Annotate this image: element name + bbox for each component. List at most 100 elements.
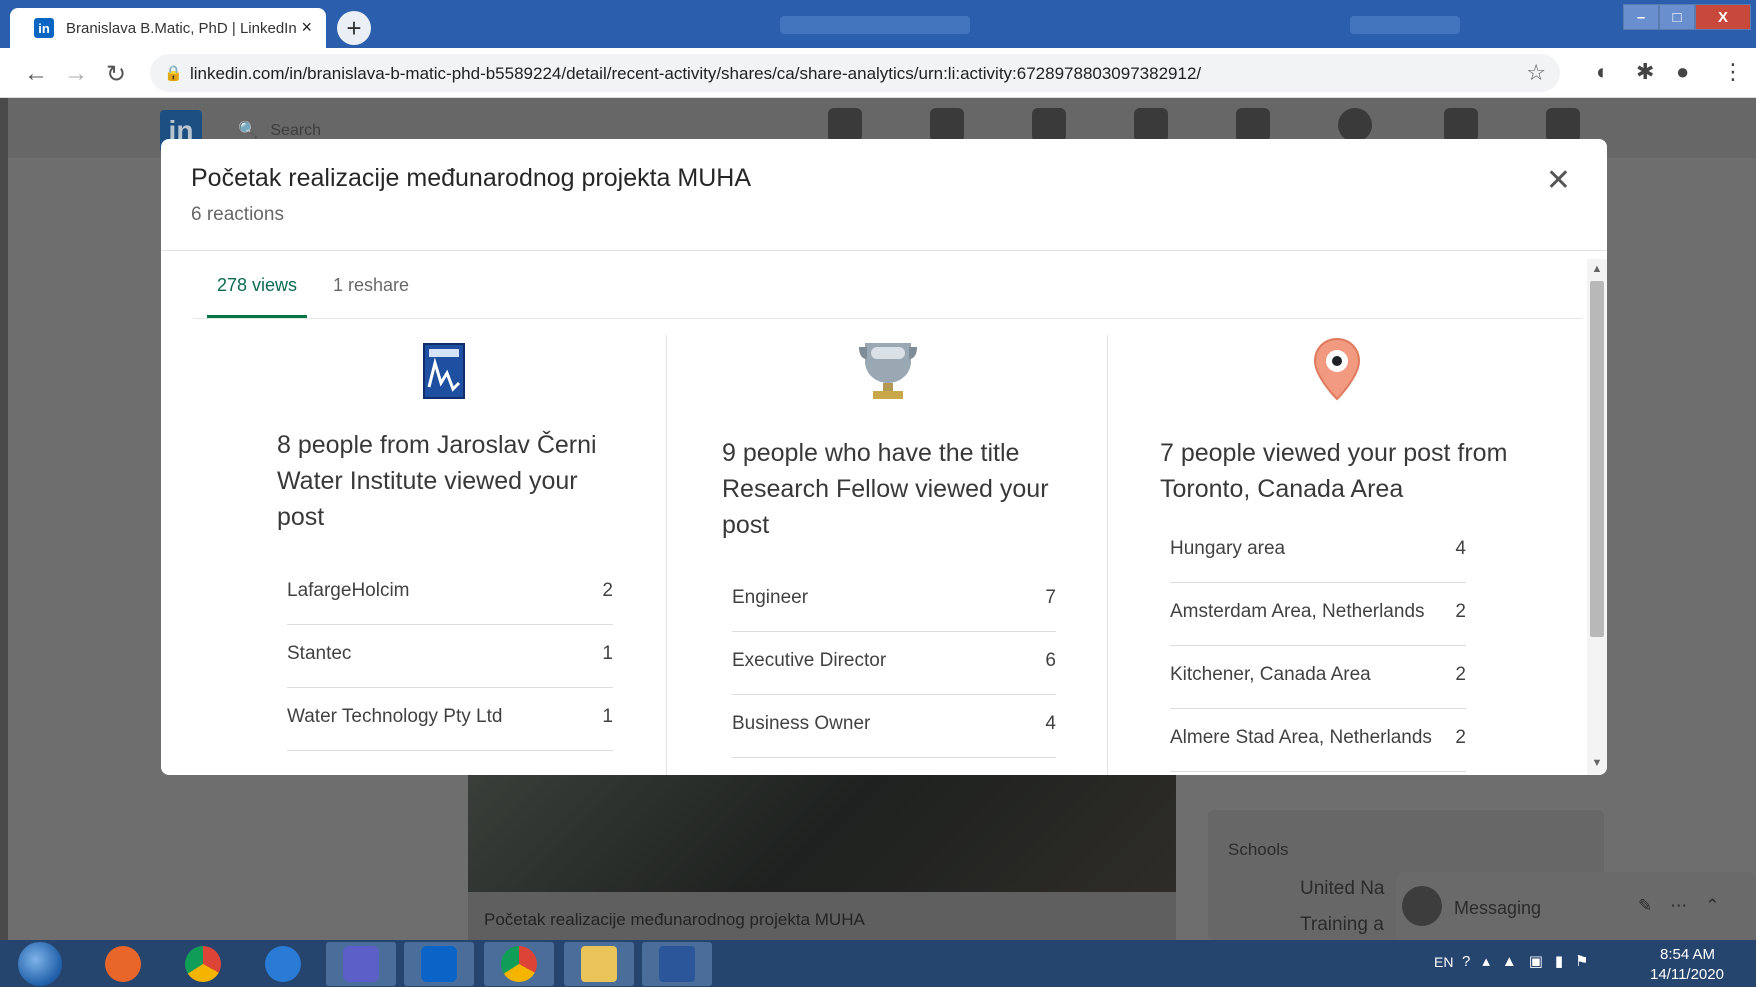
teams-taskbar-button[interactable] [326, 942, 396, 986]
list-item: Water Technology Pty Ltd 1 [287, 688, 613, 751]
post-image[interactable] [468, 772, 1176, 892]
modal-scrollbar[interactable]: ▲ ▼ [1587, 259, 1607, 775]
chrome-active-taskbar-button[interactable] [484, 942, 554, 986]
firefox-taskbar-button[interactable] [88, 942, 158, 986]
row-label: Almere Stad Area, Netherlands [1170, 727, 1432, 748]
messaging-label[interactable]: Messaging [1454, 898, 1541, 919]
location-column: 7 people viewed your post from Toronto, … [1108, 335, 1581, 775]
blurred-title-area [780, 16, 970, 34]
list-item: Stantec 1 [287, 625, 613, 688]
teams-icon [343, 946, 379, 982]
language-indicator[interactable]: EN [1434, 954, 1453, 970]
clock-time[interactable]: 8:54 AM [1660, 946, 1715, 963]
post-caption[interactable]: Početak realizacije međunarodnog projekt… [484, 910, 865, 930]
linkedin-search[interactable]: 🔍 Search [238, 120, 321, 140]
reactions-count[interactable]: 6 reactions [191, 204, 284, 226]
minimize-button[interactable]: – [1623, 4, 1659, 30]
system-tray-icons[interactable]: ?▴▲▣▮⚑ [1462, 952, 1601, 970]
url-omnibox[interactable]: 🔒 linkedin.com/in/branislava-b-matic-phd… [150, 54, 1560, 92]
analytics-columns: 8 people from Jaroslav Černi Water Insti… [161, 335, 1581, 775]
jobs-icon[interactable] [1032, 108, 1066, 142]
maximize-button[interactable]: □ [1659, 4, 1695, 30]
ie-taskbar-button[interactable] [248, 942, 318, 986]
row-label: Engineer [732, 587, 809, 608]
notifications-icon[interactable] [1236, 108, 1270, 142]
scroll-up-arrow-icon[interactable]: ▲ [1591, 263, 1603, 275]
profile-account-icon[interactable]: ● [1676, 59, 1689, 85]
location-pin-icon [1313, 337, 1361, 401]
me-avatar-icon[interactable] [1338, 108, 1372, 142]
school-line-2: Training a [1300, 914, 1384, 935]
row-count: 6 [1045, 650, 1056, 671]
tab-views[interactable]: 278 views [217, 275, 297, 316]
schools-label: Schools [1228, 840, 1289, 859]
list-item: Kitchener, Canada Area 2 [1170, 646, 1466, 709]
address-bar: ← → ↻ 🔒 linkedin.com/in/branislava-b-mat… [0, 48, 1756, 98]
location-headline: 7 people viewed your post from Toronto, … [1160, 439, 1508, 503]
clock-date[interactable]: 14/11/2020 [1650, 966, 1724, 983]
messaging-avatar [1402, 886, 1442, 926]
list-item: LafargeHolcim 2 [287, 562, 613, 625]
browser-menu-icon[interactable]: ⋮ [1722, 59, 1744, 85]
messaging-icon[interactable] [1134, 108, 1168, 142]
browser-tab-linkedin[interactable]: in Branislava B.Matic, PhD | LinkedIn × [10, 8, 326, 48]
scroll-down-arrow-icon[interactable]: ▼ [1591, 757, 1603, 769]
tab-title: Branislava B.Matic, PhD | LinkedIn [66, 19, 297, 37]
row-count: 2 [1455, 727, 1466, 748]
network-icon[interactable] [930, 108, 964, 142]
row-label: LafargeHolcim [287, 580, 410, 601]
folder-icon [581, 946, 617, 982]
company-headline: 8 people from Jaroslav Černi Water Insti… [277, 431, 597, 531]
row-label: Business Owner [732, 713, 871, 734]
share-analytics-modal: Početak realizacije međunarodnog projekt… [161, 139, 1607, 775]
outlook-taskbar-button[interactable] [404, 942, 474, 986]
back-arrow-icon[interactable]: ← [24, 60, 48, 88]
row-label: Kitchener, Canada Area [1170, 664, 1371, 685]
firefox-icon [105, 946, 141, 982]
analytics-tabs: 278 views 1 reshare [193, 251, 1583, 319]
bookmark-star-icon[interactable]: ☆ [1526, 60, 1546, 86]
extension-circle-icon[interactable]: ◐ [1596, 59, 1609, 85]
new-tab-button[interactable]: + [337, 11, 371, 45]
list-item: Almere Stad Area, Netherlands 2 [1170, 709, 1466, 772]
chrome-icon [185, 946, 221, 982]
forward-arrow-icon[interactable]: → [64, 60, 88, 88]
work-grid-icon[interactable] [1444, 108, 1478, 142]
row-label: Water Technology Pty Ltd [287, 706, 503, 727]
row-count: 4 [1455, 538, 1466, 559]
explorer-taskbar-button[interactable] [564, 942, 634, 986]
close-window-button[interactable]: X [1695, 4, 1751, 30]
recruiter-icon[interactable] [1546, 108, 1580, 142]
company-logo-icon [423, 343, 465, 399]
list-item: Amsterdam Area, Netherlands 2 [1170, 583, 1466, 646]
url-text[interactable]: linkedin.com/in/branislava-b-matic-phd-b… [190, 64, 1201, 84]
row-label: Stantec [287, 643, 352, 664]
titlebar-edge [0, 0, 10, 48]
row-label: Amsterdam Area, Netherlands [1170, 601, 1425, 622]
location-breakdown-list: Hungary area 4 Amsterdam Area, Netherlan… [1170, 520, 1466, 772]
start-button[interactable] [18, 942, 62, 986]
blurred-profile-area [1350, 16, 1460, 34]
chrome-taskbar-button[interactable] [168, 942, 238, 986]
trophy-icon [859, 343, 917, 399]
windows-taskbar: EN ?▴▲▣▮⚑ 8:54 AM 14/11/2020 [0, 940, 1756, 987]
search-placeholder: Search [270, 122, 322, 139]
reload-icon[interactable]: ↻ [106, 60, 126, 89]
word-taskbar-button[interactable] [642, 942, 712, 986]
modal-header: Početak realizacije međunarodnog projekt… [161, 139, 1607, 251]
tab-reshares[interactable]: 1 reshare [333, 275, 409, 316]
scrollbar-thumb[interactable] [1590, 281, 1604, 637]
tab-close-icon[interactable]: × [301, 17, 312, 38]
modal-title: Početak realizacije međunarodnog projekt… [191, 164, 752, 192]
row-count: 2 [602, 580, 613, 601]
title-column: 9 people who have the title Research Fel… [667, 335, 1107, 775]
close-icon[interactable]: ✕ [1546, 163, 1571, 198]
messaging-actions[interactable]: ✎⋯⌃ [1638, 896, 1738, 916]
row-count: 7 [1045, 587, 1056, 608]
extensions-puzzle-icon[interactable]: ✱ [1636, 59, 1654, 85]
row-count: 2 [1455, 601, 1466, 622]
school-line-1: United Na [1300, 878, 1385, 899]
list-item: Engineer 7 [732, 569, 1056, 632]
internet-explorer-icon [265, 946, 301, 982]
home-icon[interactable] [828, 108, 862, 142]
